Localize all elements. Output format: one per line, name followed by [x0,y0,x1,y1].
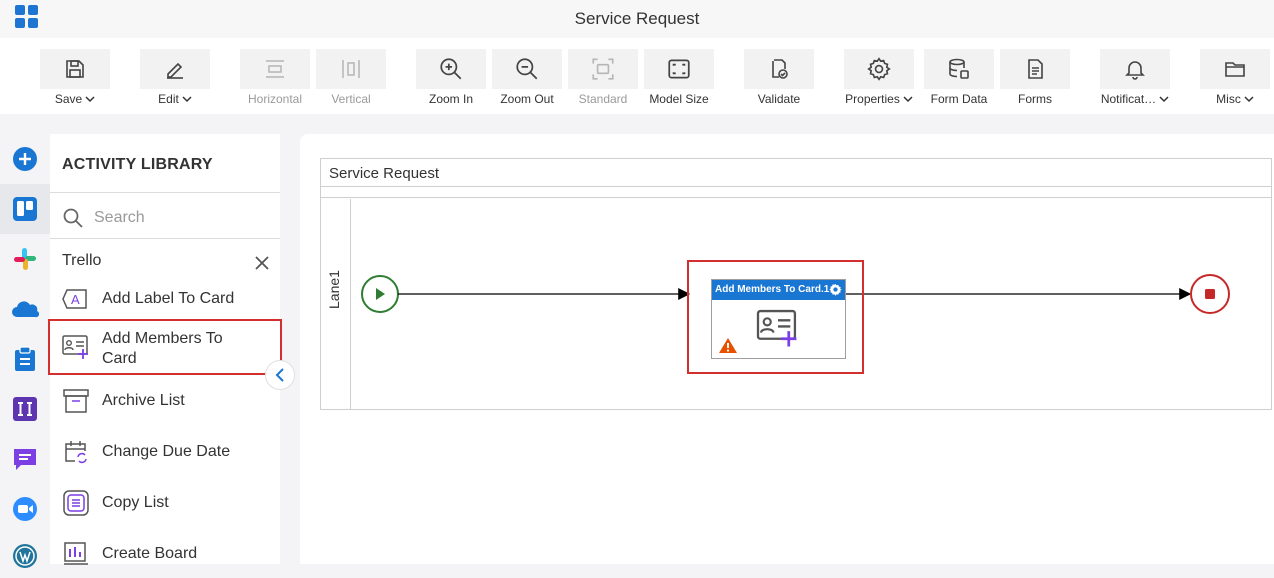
save-button[interactable]: Save [40,49,110,106]
connector-rail [0,134,50,568]
end-event[interactable] [1190,274,1230,314]
chevron-down-icon [85,96,95,103]
library-item-change-due-date[interactable]: Change Due Date [50,432,280,476]
library-item-label: Change Due Date [102,443,231,460]
horizontal-button[interactable]: Horizontal [240,49,310,106]
archive-icon [63,389,89,413]
add-member-card-icon [62,335,88,359]
zoom-in-button[interactable]: Zoom In [416,49,486,106]
slack-icon[interactable] [11,245,39,273]
zoom-out-icon [516,58,538,80]
warning-icon [719,338,737,353]
library-item-label: Copy List [102,494,169,511]
activity-library-panel: ACTIVITY LIBRARY Trello A Add Label To C… [48,134,282,565]
forms-icon [1028,59,1043,79]
zoom-out-button[interactable]: Zoom Out [492,49,562,106]
chevron-down-icon [1244,96,1254,103]
chevron-left-icon [275,368,284,382]
library-item-label: Create Board [102,545,198,562]
library-item-label: Archive List [102,392,185,409]
library-item-label: Add Label To Card [102,290,235,307]
database-icon [949,58,969,79]
notifications-button[interactable]: Notificat… [1100,49,1170,106]
library-item-label: Add Members To Card [102,330,223,367]
model-size-button[interactable]: Model Size [644,49,714,106]
horizontal-align-icon [266,60,284,78]
wordpress-icon[interactable] [11,542,39,570]
chat-icon[interactable] [11,445,39,473]
zoom-in-icon [440,58,462,80]
divider [50,192,280,193]
page-title: Service Request [574,9,700,28]
chevron-down-icon [903,96,913,103]
add-connector-icon[interactable] [11,145,39,173]
activity-add-members-to-card[interactable]: Add Members To Card.1 [711,279,846,359]
activity-title: Add Members To Card.1 [715,284,830,295]
chevron-down-icon [1159,96,1169,103]
calendar-change-icon [65,441,87,464]
vertical-button[interactable]: Vertical [316,49,386,106]
vertical-align-icon [342,60,360,78]
form-data-button[interactable]: Form Data [924,49,994,106]
library-item-copy-list[interactable]: Copy List [50,483,280,527]
zoom-meeting-icon[interactable] [11,495,39,523]
add-member-card-icon [756,309,797,347]
chevron-down-icon [182,96,192,103]
standard-view-icon [592,58,614,80]
validate-button[interactable]: Validate [744,49,814,106]
label-a-icon: A [62,289,87,309]
activity-library-title: ACTIVITY LIBRARY [62,156,213,173]
fit-screen-icon [668,59,690,79]
misc-button[interactable]: Misc [1200,49,1270,106]
pool[interactable]: Service Request Lane1 Add Members To Car… [320,158,1272,410]
standard-button[interactable]: Standard [568,49,638,106]
onedrive-icon[interactable] [11,295,39,323]
bell-icon [1125,61,1145,80]
start-event[interactable] [361,275,399,313]
search-input[interactable] [94,207,264,229]
gear-icon [867,57,891,81]
text-format-icon[interactable] [11,395,39,423]
divider [50,238,280,239]
validate-icon [772,59,788,79]
toolbar: Save Edit Horizontal Vertical Zoom In Zo… [0,38,1274,114]
section-title-trello: Trello [62,252,102,269]
save-icon [66,60,84,78]
close-icon[interactable] [253,254,271,272]
library-item-add-label-to-card[interactable]: A Add Label To Card [50,279,280,323]
board-icon [64,542,88,565]
library-item-archive-list[interactable]: Archive List [50,381,280,425]
activity-header: Add Members To Card.1 [712,280,845,300]
search-icon [63,208,83,228]
copy-list-icon [63,490,89,516]
properties-button[interactable]: Properties [844,49,914,106]
collapse-panel-button[interactable] [265,360,295,390]
edit-button[interactable]: Edit [140,49,210,106]
folder-icon [1225,62,1245,77]
library-item-add-members-to-card[interactable]: Add Members To Card [48,319,282,375]
forms-button[interactable]: Forms [1000,49,1070,106]
process-canvas[interactable]: Service Request Lane1 Add Members To Car… [300,134,1274,564]
trello-icon[interactable] [11,195,39,223]
settings-gear-icon[interactable] [829,283,842,296]
svg-text:A: A [71,292,80,307]
pencil-icon [167,62,183,79]
library-item-create-board[interactable]: Create Board [50,534,280,578]
title-bar: Service Request [0,0,1274,38]
clipboard-icon[interactable] [11,345,39,373]
